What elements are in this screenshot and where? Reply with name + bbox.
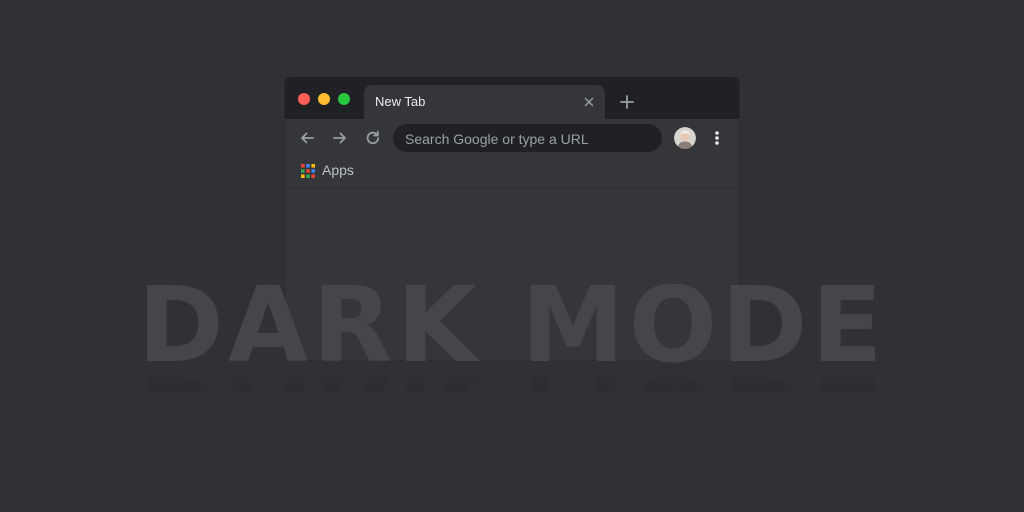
address-bar[interactable]: Search Google or type a URL [393, 124, 662, 152]
arrow-left-icon[interactable] [298, 129, 316, 147]
bookmarks-bar: Apps [285, 157, 739, 188]
reload-icon[interactable] [364, 129, 382, 147]
plus-icon[interactable] [619, 94, 635, 110]
new-tab-page-content [285, 188, 739, 360]
address-bar-placeholder: Search Google or type a URL [405, 131, 589, 147]
arrow-right-icon[interactable] [331, 129, 349, 147]
minimize-window-button[interactable] [318, 93, 330, 105]
tab-title: New Tab [375, 94, 426, 109]
kebab-menu-icon[interactable] [713, 129, 721, 147]
toolbar: Search Google or type a URL [285, 119, 739, 157]
profile-avatar[interactable] [674, 127, 696, 149]
tab-new-tab[interactable]: New Tab [364, 85, 605, 119]
apps-bookmark-label[interactable]: Apps [322, 162, 354, 178]
tab-strip: New Tab [285, 77, 739, 119]
close-icon[interactable] [582, 95, 596, 109]
browser-window: New Tab Search Google or type a URL Apps [285, 77, 739, 360]
maximize-window-button[interactable] [338, 93, 350, 105]
close-window-button[interactable] [298, 93, 310, 105]
apps-grid-icon[interactable] [301, 164, 315, 178]
